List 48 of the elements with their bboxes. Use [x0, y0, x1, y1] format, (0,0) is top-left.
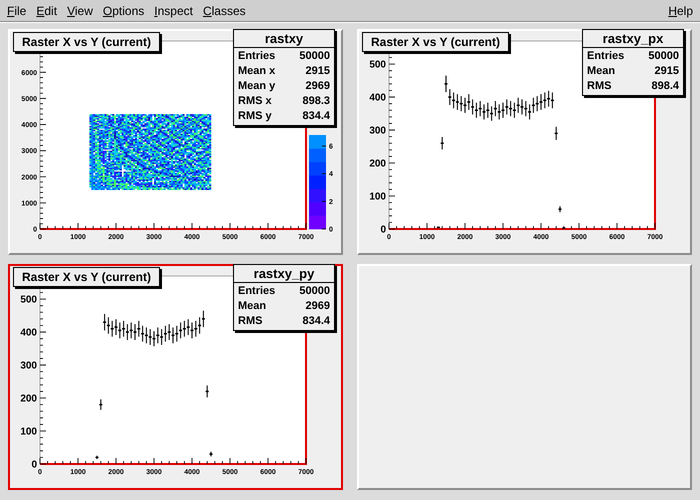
stat-value: 2915	[306, 65, 330, 77]
axis-tick-label: 400	[369, 92, 386, 104]
axis-tick-label: 300	[20, 360, 37, 372]
axis-tick-label: 500	[20, 294, 37, 306]
stat-label: Entries	[238, 50, 276, 62]
stat-label: Mean y	[238, 80, 276, 92]
stat-label: Mean x	[238, 65, 276, 77]
stat-value: 834.4	[302, 315, 330, 327]
plot-title: Raster X vs Y (current)	[362, 32, 509, 52]
plot-title: Raster X vs Y (current)	[13, 267, 160, 287]
menu-item[interactable]: Help	[663, 2, 698, 20]
axis-tick-label: 100	[20, 426, 37, 438]
stat-label: Entries	[587, 50, 624, 62]
stat-label: Entries	[238, 285, 276, 297]
axis-tick-label: 200	[369, 158, 386, 170]
stat-value: 50000	[299, 50, 330, 62]
histogram-name: rastxy	[234, 30, 334, 48]
stat-label: RMS	[587, 80, 612, 92]
axis-tick-label: 0	[380, 224, 386, 236]
menu-item[interactable]: Options	[98, 2, 150, 20]
stat-value: 2969	[306, 80, 330, 92]
histogram-name: rastxy_px	[583, 30, 683, 48]
menu-item[interactable]: Classes	[198, 2, 251, 20]
stat-label: RMS y	[238, 110, 272, 122]
plot-title: Raster X vs Y (current)	[13, 32, 160, 52]
stat-value: 898.3	[302, 95, 330, 107]
histogram-name: rastxy_py	[234, 265, 334, 283]
axis-tick-label: 400	[20, 327, 37, 338]
stat-label: RMS x	[238, 95, 272, 107]
stat-label: Mean	[587, 65, 616, 77]
stat-value: 834.4	[302, 110, 330, 122]
plot-pad[interactable]	[357, 264, 692, 490]
menu-item[interactable]: File	[2, 2, 32, 20]
stat-value: 50000	[648, 50, 679, 62]
menu-item[interactable]: View	[62, 2, 98, 20]
stat-value: 2969	[306, 300, 330, 312]
stat-value: 50000	[299, 285, 330, 297]
axis-tick-label: 200	[20, 393, 37, 404]
axis-tick-label: 0	[31, 459, 37, 470]
menu-item[interactable]: Edit	[31, 2, 62, 20]
stat-value: 898.4	[651, 80, 679, 92]
stat-label: RMS	[238, 315, 262, 327]
axis-tick-label: 100	[369, 191, 386, 202]
stat-label: Mean	[238, 300, 266, 312]
menu-item[interactable]: Inspect	[149, 2, 198, 20]
axis-tick-label: 300	[369, 125, 386, 136]
axis-tick-label: 500	[369, 59, 386, 70]
stat-value: 2915	[654, 65, 679, 77]
